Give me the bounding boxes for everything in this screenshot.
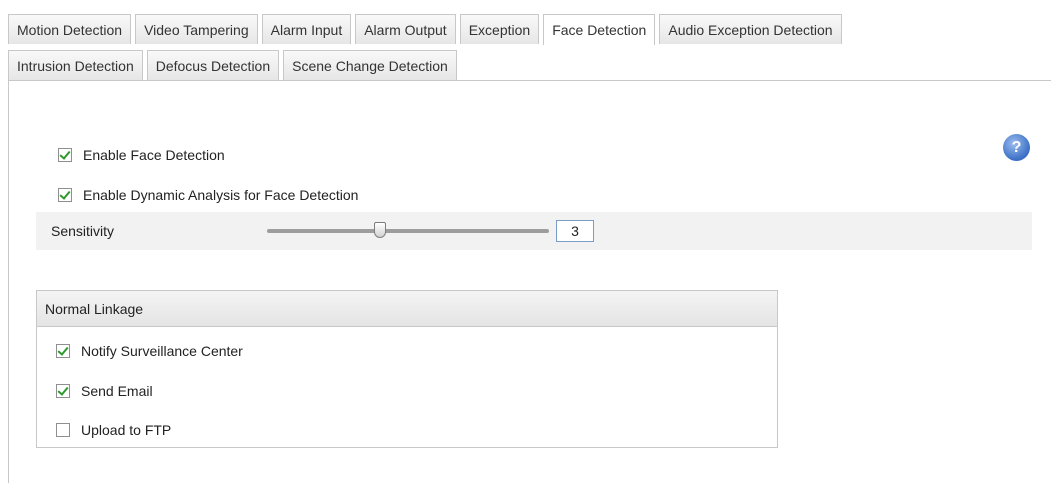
sensitivity-label: Sensitivity — [51, 223, 115, 239]
tab-motion-detection[interactable]: Motion Detection — [8, 14, 132, 44]
enable-dynamic-analysis-checkbox[interactable] — [58, 188, 72, 202]
tab-exception[interactable]: Exception — [459, 14, 540, 44]
normal-linkage-title: Normal Linkage — [37, 291, 777, 327]
question-mark-icon[interactable]: ? — [1003, 134, 1030, 161]
send-email-label: Send Email — [81, 383, 153, 399]
linkage-item: Upload to FTP — [56, 420, 171, 440]
normal-linkage-panel: Normal Linkage Notify Surveillance Cente… — [36, 290, 778, 448]
linkage-item: Send Email — [56, 381, 153, 401]
tab-face-detection[interactable]: Face Detection — [543, 14, 656, 45]
enable-face-detection-row: Enable Face Detection — [58, 145, 225, 165]
sensitivity-row: Sensitivity 3 — [36, 212, 1032, 250]
sensitivity-slider-handle[interactable] — [373, 222, 386, 238]
tab-alarm-input[interactable]: Alarm Input — [261, 14, 352, 44]
linkage-item: Notify Surveillance Center — [56, 341, 243, 361]
tab-scene-change-detection[interactable]: Scene Change Detection — [283, 50, 457, 80]
face-detection-settings-page: Motion Detection Video Tampering Alarm I… — [0, 0, 1051, 483]
enable-dynamic-analysis-row: Enable Dynamic Analysis for Face Detecti… — [58, 185, 358, 205]
sensitivity-value-field[interactable]: 3 — [556, 220, 594, 242]
send-email-checkbox[interactable] — [56, 384, 70, 398]
tab-bar-row-2: Intrusion Detection Defocus Detection Sc… — [8, 50, 461, 80]
upload-to-ftp-label: Upload to FTP — [81, 422, 172, 438]
upload-to-ftp-checkbox[interactable] — [56, 423, 70, 437]
tab-intrusion-detection[interactable]: Intrusion Detection — [8, 50, 143, 80]
notify-surveillance-center-checkbox[interactable] — [56, 344, 70, 358]
enable-dynamic-analysis-label: Enable Dynamic Analysis for Face Detecti… — [83, 187, 359, 203]
tab-bar-row-1: Motion Detection Video Tampering Alarm I… — [8, 14, 846, 45]
tab-audio-exception-detection[interactable]: Audio Exception Detection — [659, 14, 842, 44]
enable-face-detection-checkbox[interactable] — [58, 148, 72, 162]
notify-surveillance-center-label: Notify Surveillance Center — [81, 343, 243, 359]
sensitivity-slider-track[interactable] — [267, 229, 549, 233]
tab-defocus-detection[interactable]: Defocus Detection — [146, 50, 280, 80]
tab-alarm-output[interactable]: Alarm Output — [355, 14, 456, 44]
enable-face-detection-label: Enable Face Detection — [83, 147, 225, 163]
tab-video-tampering[interactable]: Video Tampering — [135, 14, 258, 44]
